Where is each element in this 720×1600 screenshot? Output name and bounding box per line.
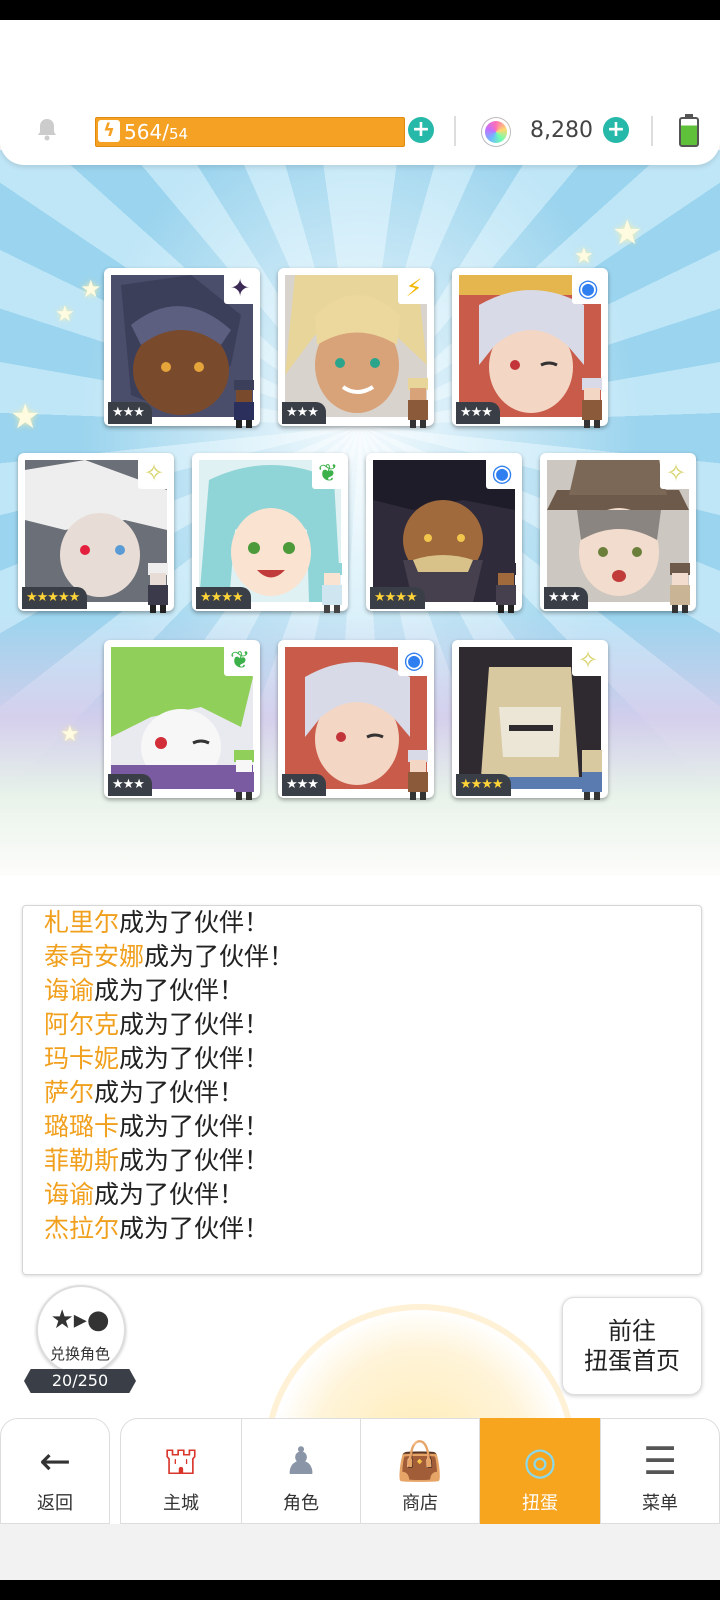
element-icon: ⚡ xyxy=(398,272,430,304)
recruit-log[interactable]: 札里尔成为了伙伴！ 泰奇安娜成为了伙伴！ 诲谕成为了伙伴！ 阿尔克成为了伙伴！ … xyxy=(22,905,702,1275)
character-card[interactable]: ◉ ★★★ xyxy=(278,640,434,800)
character-card[interactable]: ✧ ★★★★ xyxy=(452,640,608,800)
log-line: 诲谕成为了伙伴！ xyxy=(44,1180,245,1209)
log-line: 菲勒斯成为了伙伴！ xyxy=(44,1146,270,1175)
character-card[interactable]: ◉ ★★★★ xyxy=(366,453,522,613)
nav-town[interactable]: ⛫ 主城 xyxy=(120,1418,242,1524)
log-line: 阿尔克成为了伙伴！ xyxy=(44,1010,270,1039)
sparkle-star-icon: ★ xyxy=(60,722,80,747)
sparkle-star-icon: ★ xyxy=(55,302,75,327)
log-line: 杰拉尔成为了伙伴！ xyxy=(44,1214,270,1243)
element-icon: ◉ xyxy=(572,272,604,304)
element-icon: ✧ xyxy=(660,457,692,489)
system-nav-bar xyxy=(0,1580,720,1600)
rarity-stars: ★★★ xyxy=(282,402,326,424)
shop-bag-icon: 👜 xyxy=(396,1439,444,1483)
rarity-stars: ★★★ xyxy=(456,402,500,424)
pixel-sprite xyxy=(408,750,428,800)
gem-count: 8,280 xyxy=(530,118,593,143)
sparkle-star-icon: ★ xyxy=(80,275,102,303)
rarity-stars: ★★★ xyxy=(108,774,152,796)
character-card[interactable]: ◉ ★★★ xyxy=(452,268,608,428)
log-line: 玛卡妮成为了伙伴！ xyxy=(44,1044,270,1073)
rarity-stars: ★★★★ xyxy=(370,587,425,609)
gem-icon xyxy=(482,118,510,146)
energy-meter: ϟ 564/54 xyxy=(95,117,405,147)
nav-back[interactable]: ← 返回 xyxy=(0,1418,110,1524)
battery-icon xyxy=(679,114,699,147)
town-icon: ⛫ xyxy=(163,1439,199,1483)
log-line: 璐璐卡成为了伙伴！ xyxy=(44,1112,270,1141)
nav-shop-label: 商店 xyxy=(402,1493,438,1514)
exchange-count: 20/250 xyxy=(24,1369,136,1393)
goto-gacha-home-button[interactable]: 前往 扭蛋首页 xyxy=(562,1297,702,1395)
bell-icon[interactable] xyxy=(34,116,60,142)
add-gems-button[interactable]: + xyxy=(603,117,629,143)
add-energy-button[interactable]: + xyxy=(408,117,434,143)
log-line: 泰奇安娜成为了伙伴！ xyxy=(44,942,295,971)
rarity-stars: ★★★★★ xyxy=(22,587,88,609)
resource-bar: ϟ 564/54 + 8,280 + xyxy=(0,20,720,165)
lightning-icon: ϟ xyxy=(98,120,120,142)
pixel-sprite xyxy=(496,563,516,613)
element-icon: ✦ xyxy=(224,272,256,304)
nav-back-label: 返回 xyxy=(37,1493,73,1514)
element-icon: ✧ xyxy=(572,644,604,676)
nav-characters[interactable]: ♟ 角色 xyxy=(241,1418,361,1524)
character-card[interactable]: ✧ ★★★★★ xyxy=(18,453,174,613)
nav-town-label: 主城 xyxy=(163,1493,199,1514)
character-card[interactable]: ⚡ ★★★ xyxy=(278,268,434,428)
log-line: 萨尔成为了伙伴！ xyxy=(44,1078,245,1107)
element-icon: ❦ xyxy=(312,457,344,489)
pixel-sprite xyxy=(670,563,690,613)
gacha-orb-icon: ◎ xyxy=(523,1439,557,1483)
element-icon: ◉ xyxy=(486,457,518,489)
pixel-sprite xyxy=(582,750,602,800)
nav-menu[interactable]: ☰ 菜单 xyxy=(600,1418,720,1524)
character-card[interactable]: ❦ ★★★ xyxy=(104,640,260,800)
rarity-stars: ★★★★ xyxy=(456,774,511,796)
character-statue-icon: ♟ xyxy=(283,1439,319,1483)
log-line: 诲谕成为了伙伴！ xyxy=(44,976,245,1005)
sparkle-star-icon: ★ xyxy=(10,397,41,437)
nav-menu-label: 菜单 xyxy=(642,1493,678,1514)
element-icon: ✧ xyxy=(138,457,170,489)
exchange-label: 兑换角色 xyxy=(49,1345,110,1363)
nav-characters-label: 角色 xyxy=(283,1493,319,1514)
exchange-character-button[interactable]: ★▸● 兑换角色 20/250 xyxy=(24,1285,136,1393)
pixel-sprite xyxy=(234,380,254,428)
energy-value: 564/54 xyxy=(124,120,189,144)
divider xyxy=(651,116,653,146)
pixel-sprite xyxy=(408,378,428,428)
character-card[interactable]: ❦ ★★★★ xyxy=(192,453,348,613)
pixel-sprite xyxy=(234,750,254,800)
log-line: 札里尔成为了伙伴！ xyxy=(44,908,270,937)
nav-gacha[interactable]: ◎ 扭蛋 xyxy=(480,1418,600,1524)
element-icon: ❦ xyxy=(224,644,256,676)
character-card[interactable]: ✦ ★★★ xyxy=(104,268,260,428)
menu-list-icon: ☰ xyxy=(642,1439,678,1483)
rarity-stars: ★★★ xyxy=(108,402,152,424)
divider xyxy=(454,116,456,146)
pixel-sprite xyxy=(148,563,168,613)
rarity-stars: ★★★ xyxy=(282,774,326,796)
nav-base xyxy=(0,1524,720,1580)
pixel-sprite xyxy=(322,563,342,613)
nav-gacha-label: 扭蛋 xyxy=(522,1493,558,1514)
nav-shop[interactable]: 👜 商店 xyxy=(360,1418,480,1524)
pixel-sprite xyxy=(582,378,602,428)
goto-line1: 前往 xyxy=(608,1317,656,1345)
rarity-stars: ★★★★ xyxy=(196,587,251,609)
back-arrow-icon: ← xyxy=(39,1439,71,1483)
element-icon: ◉ xyxy=(398,644,430,676)
sparkle-star-icon: ★ xyxy=(612,213,643,253)
system-status-bar xyxy=(0,0,720,20)
character-card[interactable]: ✧ ★★★ xyxy=(540,453,696,613)
goto-line2: 扭蛋首页 xyxy=(584,1347,680,1375)
star-to-person-icon: ★▸● xyxy=(50,1305,110,1335)
bottom-nav: ← 返回 ⛫ 主城 ♟ 角色 👜 商店 ◎ 扭蛋 ☰ 菜单 xyxy=(0,1418,720,1524)
rarity-stars: ★★★ xyxy=(544,587,588,609)
